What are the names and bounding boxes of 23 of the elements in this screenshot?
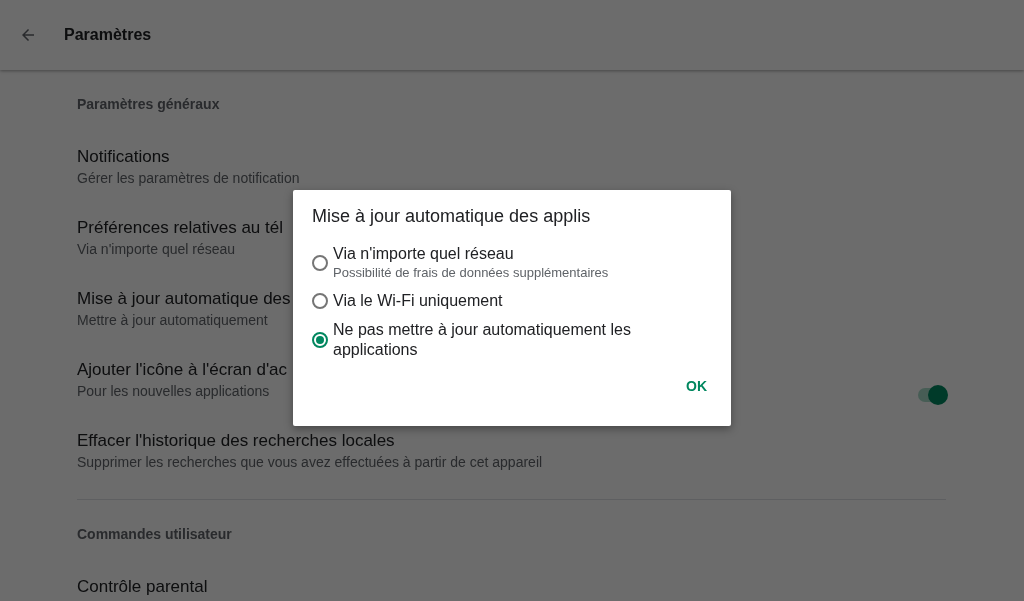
option-label[interactable]: Via le Wi-Fi uniquement: [333, 291, 503, 311]
section-header: Commandes utilisateur: [77, 526, 233, 542]
setting-description: Mettre à jour automatiquement: [77, 311, 269, 330]
ok-button[interactable]: OK: [678, 372, 715, 400]
setting-title[interactable]: Effacer l'historique des recherches locales: [77, 430, 543, 452]
setting-description: Pour les nouvelles applications: [77, 382, 271, 401]
radio-button[interactable]: [312, 255, 328, 271]
setting-description: Supprimer les recherches que vous avez effectuées à partir de cet appareil: [77, 453, 543, 472]
setting-title[interactable]: Mise à jour automatique des: [77, 288, 291, 310]
radio-button[interactable]: [312, 332, 328, 348]
setting-title[interactable]: Préférences relatives au tél: [77, 217, 283, 239]
dialog-title: Mise à jour automatique des applis: [312, 206, 592, 227]
section-header: Paramètres généraux: [77, 96, 221, 112]
setting-title[interactable]: Contrôle parental: [77, 576, 208, 598]
setting-description: Gérer les paramètres de notification: [77, 169, 300, 188]
setting-title[interactable]: Notifications: [77, 146, 300, 168]
option-label[interactable]: Ne pas mettre à jour automatiquement les applications: [333, 320, 715, 360]
setting-description: Via n'importe quel réseau: [77, 240, 237, 259]
option-description: Possibilité de frais de données supplémentaires: [333, 264, 609, 282]
setting-title[interactable]: Ajouter l'icône à l'écran d'ac: [77, 359, 288, 381]
page-title: Paramètres: [64, 26, 152, 44]
option-label[interactable]: Via n'importe quel réseau: [333, 244, 609, 264]
radio-button[interactable]: [312, 293, 328, 309]
